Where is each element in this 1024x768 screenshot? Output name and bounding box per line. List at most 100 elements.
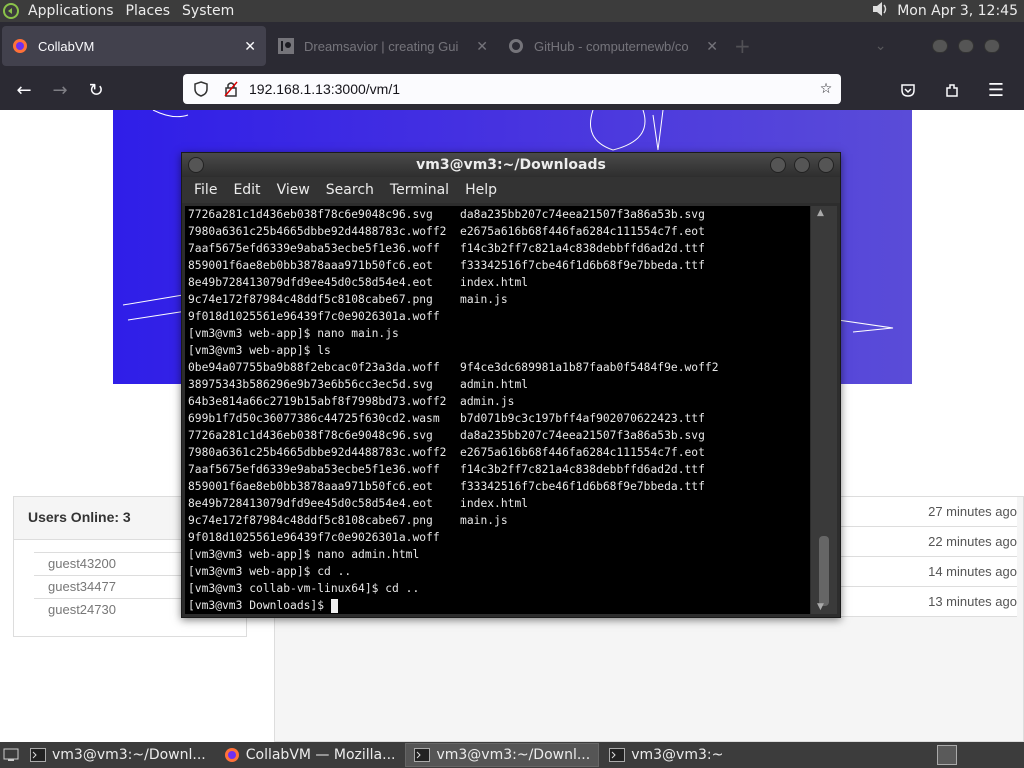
terminal-line: 9c74e172f87984c48ddf5c8108cabe67.png mai… (188, 514, 508, 527)
terminal-icon (609, 747, 626, 763)
gnome-foot-icon[interactable] (0, 0, 22, 22)
taskbar-item-label: vm3@vm3:~/Downl... (52, 747, 206, 763)
terminal-line: 7726a281c1d436eb038f78c6e9048c96.svg da8… (188, 429, 705, 442)
bottom-taskbar: vm3@vm3:~/Downl... CollabVM — Mozilla...… (0, 742, 1024, 768)
taskbar-item-label: vm3@vm3:~/Downl... (436, 747, 591, 763)
back-button[interactable]: ← (6, 74, 42, 106)
menu-search[interactable]: Search (318, 182, 382, 198)
terminal-window[interactable]: vm3@vm3:~/Downloads File Edit View Searc… (181, 152, 841, 618)
terminal-line: 7980a6361c25b4665dbbe92d4488783c.woff2 e… (188, 225, 705, 238)
minimize-button[interactable] (770, 157, 786, 173)
patreon-icon (278, 38, 294, 54)
terminal-line: 7aaf5675efd6339e9aba53ecbe5f1e36.woff f1… (188, 463, 705, 476)
insecure-lock-icon[interactable] (219, 81, 243, 97)
terminal-menubar: File Edit View Search Terminal Help (182, 177, 840, 203)
menu-edit[interactable]: Edit (225, 182, 268, 198)
terminal-scrollbar[interactable]: ▲ ▼ (811, 206, 837, 614)
terminal-line: 7aaf5675efd6339e9aba53ecbe5f1e36.woff f1… (188, 242, 705, 255)
tab-title: GitHub - computernewb/co (534, 38, 689, 54)
terminal-icon (30, 747, 46, 763)
scroll-up-arrow-icon[interactable]: ▲ (817, 208, 824, 218)
terminal-line: 9f018d1025561e96439f7c0e9026301a.woff (188, 310, 440, 323)
terminal-line: 0be94a07755ba9b88f2ebcac0f23a3da.woff 9f… (188, 361, 719, 374)
taskbar-item-terminal-3[interactable]: vm3@vm3:~ (601, 743, 731, 767)
extensions-icon[interactable] (934, 74, 970, 106)
minimize-button[interactable] (932, 39, 948, 53)
github-icon (508, 38, 524, 54)
volume-icon[interactable] (871, 1, 891, 21)
terminal-line: [vm3@vm3 web-app]$ cd .. (188, 565, 352, 578)
chat-timestamp: 13 minutes ago (835, 587, 1017, 617)
terminal-line: 859001f6ae8eb0bb3878aaa971b50fc6.eot f33… (188, 480, 705, 493)
terminal-line: 7726a281c1d436eb038f78c6e9048c96.svg da8… (188, 208, 705, 221)
bookmark-star-icon[interactable]: ☆ (811, 81, 841, 97)
terminal-line: 7980a6361c25b4665dbbe92d4488783c.woff2 e… (188, 446, 705, 459)
scrollbar-thumb[interactable] (819, 536, 829, 606)
url-text[interactable]: 192.168.1.13:3000/vm/1 (249, 81, 811, 97)
terminal-icon (414, 747, 431, 763)
taskbar-item-terminal-1[interactable]: vm3@vm3:~/Downl... (22, 743, 214, 767)
forward-button[interactable]: → (42, 74, 78, 106)
tab-github[interactable]: GitHub - computernewb/co ✕ (498, 22, 728, 70)
menu-places[interactable]: Places (120, 3, 177, 19)
menu-system[interactable]: System (176, 3, 240, 19)
terminal-line: 699b1f7d50c36077386c44725f630cd2.wasm b7… (188, 412, 705, 425)
close-tab-icon[interactable]: ✕ (244, 38, 256, 55)
tab-collabvm[interactable]: CollabVM ✕ (2, 26, 266, 66)
menu-view[interactable]: View (269, 182, 318, 198)
clock[interactable]: Mon Apr 3, 12:45 (897, 3, 1018, 19)
terminal-line: 38975343b586296e9b73e6b56cc3ec5d.svg adm… (188, 378, 529, 391)
scroll-down-arrow-icon[interactable]: ▼ (817, 602, 824, 612)
terminal-line: [vm3@vm3 web-app]$ ls (188, 344, 331, 357)
terminal-output[interactable]: 7726a281c1d436eb038f78c6e9048c96.svg da8… (185, 206, 810, 614)
text-cursor (330, 599, 338, 613)
navigation-bar: ← → ↻ 192.168.1.13:3000/vm/1 ☆ ☰ (0, 70, 1024, 110)
terminal-line: 8e49b728413079dfd9ee45d0c58d54e4.eot ind… (188, 497, 529, 510)
terminal-line: 9f018d1025561e96439f7c0e9026301a.woff (188, 531, 440, 544)
chat-timestamp: 22 minutes ago (835, 527, 1017, 557)
url-bar[interactable]: 192.168.1.13:3000/vm/1 ☆ (183, 74, 841, 104)
shield-icon[interactable] (189, 81, 213, 97)
maximize-button[interactable] (794, 157, 810, 173)
firefox-icon (224, 747, 240, 763)
close-button[interactable] (818, 157, 834, 173)
top-panel: Applications Places System Mon Apr 3, 12… (0, 0, 1024, 22)
chat-timestamp: 27 minutes ago (835, 497, 1017, 527)
terminal-line: [vm3@vm3 web-app]$ nano admin.html (188, 548, 420, 561)
taskbar-item-terminal-2[interactable]: vm3@vm3:~/Downl... (405, 743, 600, 767)
pocket-icon[interactable] (890, 74, 926, 106)
tab-title: Dreamsavior | creating Gui (304, 38, 459, 54)
maximize-button[interactable] (958, 39, 974, 53)
terminal-line: 8e49b728413079dfd9ee45d0c58d54e4.eot ind… (188, 276, 529, 289)
terminal-line: 64b3e814a66c2719b15abf8f7998bd73.woff2 a… (188, 395, 515, 408)
taskbar-item-label: CollabVM — Mozilla... (245, 747, 396, 763)
chat-timestamp: 14 minutes ago (835, 557, 1017, 587)
terminal-line: [vm3@vm3 web-app]$ nano main.js (188, 327, 399, 340)
close-tab-icon[interactable]: ✕ (706, 38, 718, 55)
trash-icon[interactable] (937, 745, 957, 765)
taskbar-item-firefox[interactable]: CollabVM — Mozilla... (216, 743, 404, 767)
new-tab-button[interactable]: + (728, 22, 757, 70)
close-window-button[interactable] (984, 39, 1000, 53)
hamburger-menu-icon[interactable]: ☰ (978, 74, 1014, 106)
terminal-title: vm3@vm3:~/Downloads (416, 157, 606, 173)
show-desktop-button[interactable] (0, 744, 22, 766)
taskbar-item-label: vm3@vm3:~ (631, 747, 724, 763)
menu-file[interactable]: File (186, 182, 225, 198)
terminal-line: [vm3@vm3 collab-vm-linux64]$ cd .. (188, 582, 420, 595)
menu-help[interactable]: Help (457, 182, 505, 198)
window-menu-button[interactable] (188, 157, 204, 173)
tab-strip: CollabVM ✕ Dreamsavior | creating Gui ✕ … (0, 22, 1024, 70)
terminal-line: [vm3@vm3 Downloads]$ (188, 597, 807, 614)
reload-button[interactable]: ↻ (78, 74, 114, 106)
chevron-down-icon[interactable]: ⌄ (875, 22, 887, 70)
close-tab-icon[interactable]: ✕ (476, 38, 488, 55)
firefox-icon (12, 38, 28, 54)
terminal-line: 859001f6ae8eb0bb3878aaa971b50fc6.eot f33… (188, 259, 705, 272)
terminal-line: 9c74e172f87984c48ddf5c8108cabe67.png mai… (188, 293, 508, 306)
terminal-titlebar[interactable]: vm3@vm3:~/Downloads (182, 153, 840, 177)
tab-dreamsavior[interactable]: Dreamsavior | creating Gui ✕ (268, 22, 498, 70)
tab-title: CollabVM (38, 38, 95, 54)
menu-terminal[interactable]: Terminal (382, 182, 457, 198)
menu-applications[interactable]: Applications (22, 3, 120, 19)
